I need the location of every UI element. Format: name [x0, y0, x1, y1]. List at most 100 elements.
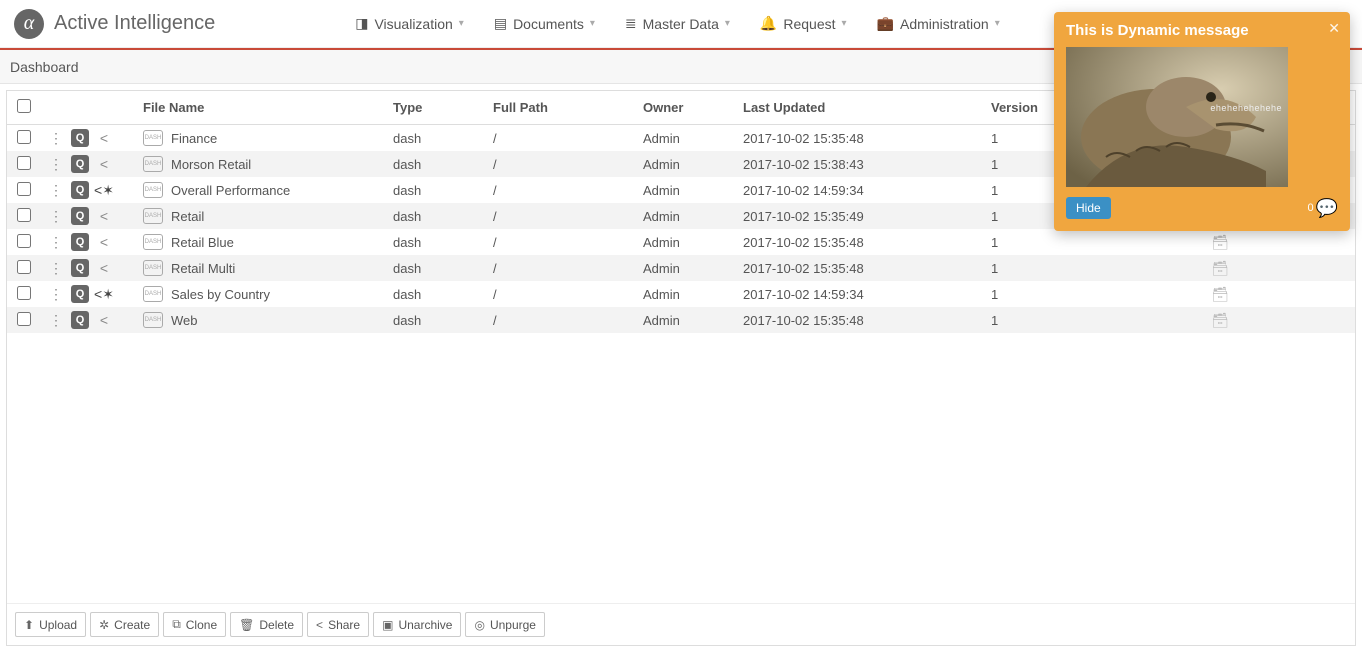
nav-administration[interactable]: 💼 Administration ▾ — [877, 15, 1000, 32]
col-type[interactable]: Type — [387, 91, 487, 125]
delete-button[interactable]: 🗑Delete — [230, 612, 303, 637]
more-actions[interactable]: ⋮ — [47, 259, 65, 277]
nav-master-data[interactable]: ≣ Master Data ▾ — [625, 15, 730, 32]
file-updated: 2017-10-02 15:35:48 — [737, 125, 985, 152]
file-type: dash — [387, 307, 487, 333]
magnifier-icon: Q — [76, 184, 85, 196]
preview-button[interactable]: Q — [71, 233, 89, 251]
share-toggle[interactable]: < — [95, 155, 113, 173]
preview-button[interactable]: Q — [71, 155, 89, 173]
file-owner: Admin — [637, 151, 737, 177]
col-owner[interactable]: Owner — [637, 91, 737, 125]
dashboard-file-icon: DASH — [143, 260, 163, 276]
comments-count: 0 — [1307, 202, 1313, 214]
database-icon: ≣ — [625, 15, 637, 32]
col-file-name[interactable]: File Name — [137, 91, 387, 125]
upload-button[interactable]: ⬆Upload — [15, 612, 86, 637]
button-label: Unarchive — [398, 618, 452, 632]
more-actions[interactable]: ⋮ — [47, 155, 65, 173]
file-name[interactable]: Retail Blue — [171, 235, 234, 250]
preview-button[interactable]: Q — [71, 259, 89, 277]
comments-link[interactable]: 0 💬 — [1307, 198, 1338, 219]
preview-button[interactable]: Q — [71, 285, 89, 303]
briefcase-icon: 💼 — [877, 15, 894, 32]
close-button[interactable]: ✕ — [1328, 20, 1340, 37]
row-trash-icon[interactable]: 🗃 — [1210, 234, 1230, 250]
row-checkbox[interactable] — [17, 130, 31, 144]
file-name[interactable]: Finance — [171, 131, 217, 146]
share-toggle[interactable]: < — [95, 129, 113, 147]
share-toggle[interactable]: <✶ — [95, 285, 113, 303]
file-owner: Admin — [637, 255, 737, 281]
magnifier-icon: Q — [76, 210, 85, 222]
hide-button[interactable]: Hide — [1066, 197, 1111, 219]
nav-documents[interactable]: ▤ Documents ▾ — [494, 15, 595, 32]
unarchive-button[interactable]: ▣Unarchive — [373, 612, 461, 637]
nav-visualization[interactable]: ◨ Visualization ▾ — [355, 15, 464, 32]
unpurge-button[interactable]: ◎Unpurge — [465, 612, 545, 637]
share-toggle[interactable]: < — [95, 259, 113, 277]
magnifier-icon: Q — [76, 262, 85, 274]
more-actions[interactable]: ⋮ — [47, 181, 65, 199]
create-button[interactable]: ✲Create — [90, 612, 159, 637]
brand[interactable]: α Active Intelligence — [14, 9, 215, 39]
row-trash-icon[interactable]: 🗃 — [1210, 312, 1230, 328]
footer-toolbar: ⬆Upload ✲Create ⧉Clone 🗑Delete <Share ▣U… — [7, 603, 1355, 645]
file-name[interactable]: Web — [171, 313, 198, 328]
col-last-updated[interactable]: Last Updated — [737, 91, 985, 125]
file-name[interactable]: Overall Performance — [171, 183, 290, 198]
col-full-path[interactable]: Full Path — [487, 91, 637, 125]
share-button[interactable]: <Share — [307, 612, 369, 637]
preview-button[interactable]: Q — [71, 129, 89, 147]
kebab-icon: ⋮ — [49, 182, 63, 199]
more-actions[interactable]: ⋮ — [47, 285, 65, 303]
file-name[interactable]: Sales by Country — [171, 287, 270, 302]
nav-label: Master Data — [643, 16, 719, 32]
button-label: Create — [114, 618, 150, 632]
magnifier-icon: Q — [76, 132, 85, 144]
row-checkbox[interactable] — [17, 260, 31, 274]
file-name[interactable]: Retail Multi — [171, 261, 235, 276]
preview-button[interactable]: Q — [71, 207, 89, 225]
more-actions[interactable]: ⋮ — [47, 233, 65, 251]
row-trash-icon[interactable]: 🗃 — [1210, 286, 1230, 302]
row-checkbox[interactable] — [17, 312, 31, 326]
kebab-icon: ⋮ — [49, 286, 63, 303]
share-toggle[interactable]: < — [95, 311, 113, 329]
kebab-icon: ⋮ — [49, 208, 63, 225]
row-trash-icon[interactable]: 🗃 — [1210, 260, 1230, 276]
row-checkbox[interactable] — [17, 156, 31, 170]
select-all-checkbox[interactable] — [17, 99, 31, 113]
close-icon: ✕ — [1328, 20, 1340, 36]
file-name[interactable]: Retail — [171, 209, 204, 224]
toast-image-caption: ehehehehehehe — [1210, 103, 1282, 113]
row-checkbox[interactable] — [17, 234, 31, 248]
row-checkbox[interactable] — [17, 286, 31, 300]
preview-button[interactable]: Q — [71, 311, 89, 329]
nav-label: Visualization — [374, 16, 452, 32]
file-version: 1 — [985, 229, 1085, 255]
row-checkbox[interactable] — [17, 182, 31, 196]
file-name[interactable]: Morson Retail — [171, 157, 251, 172]
actions-header — [41, 91, 137, 125]
file-version: 1 — [985, 281, 1085, 307]
more-actions[interactable]: ⋮ — [47, 207, 65, 225]
clone-button[interactable]: ⧉Clone — [163, 612, 226, 637]
share-toggle[interactable]: < — [95, 207, 113, 225]
more-actions[interactable]: ⋮ — [47, 311, 65, 329]
share-toggle[interactable]: <✶ — [95, 181, 113, 199]
share-icon: < — [100, 130, 108, 146]
trash-icon: 🗑 — [239, 618, 254, 632]
preview-button[interactable]: Q — [71, 181, 89, 199]
unpurge-icon: ◎ — [474, 618, 484, 632]
more-actions[interactable]: ⋮ — [47, 129, 65, 147]
copy-icon: ⧉ — [172, 617, 181, 632]
kebab-icon: ⋮ — [49, 234, 63, 251]
row-checkbox[interactable] — [17, 208, 31, 222]
nav-request[interactable]: 🔔 Request ▾ — [760, 15, 847, 32]
share-toggle[interactable]: < — [95, 233, 113, 251]
nav-label: Documents — [513, 16, 584, 32]
share-icon: < — [100, 260, 108, 276]
chevron-down-icon: ▾ — [995, 18, 1000, 29]
share-icon: < — [100, 234, 108, 250]
